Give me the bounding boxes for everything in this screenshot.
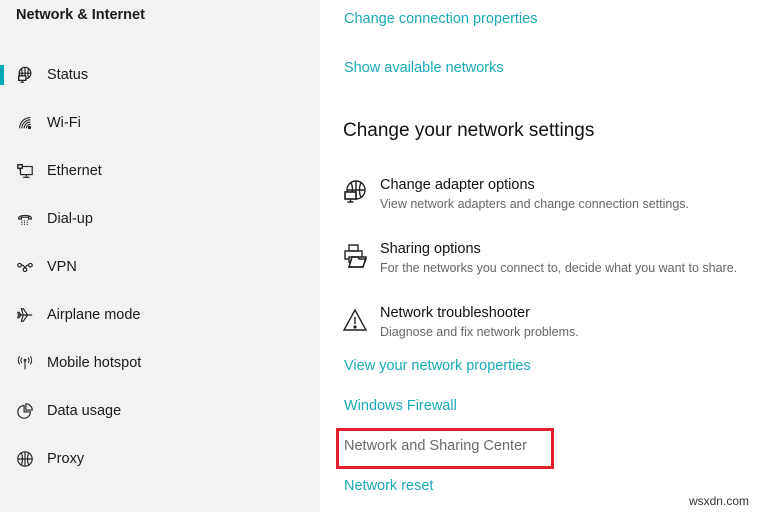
main-content: Change connection properties Show availa…	[320, 0, 759, 512]
sidebar-item-label: Proxy	[47, 451, 85, 467]
sidebar-item-proxy[interactable]: Proxy	[0, 439, 320, 479]
view-network-properties-link[interactable]: View your network properties	[344, 358, 531, 374]
section-title: Change your network settings	[343, 120, 595, 141]
airplane-icon	[14, 304, 36, 326]
vpn-icon	[14, 256, 36, 278]
sidebar-item-label: Ethernet	[47, 163, 102, 179]
pie-chart-icon	[14, 400, 36, 422]
sidebar-title: Network & Internet	[16, 7, 145, 23]
option-description: For the networks you connect to, decide …	[380, 261, 738, 275]
ethernet-icon	[14, 160, 36, 182]
option-title: Sharing options	[380, 241, 481, 257]
sidebar-item-label: Airplane mode	[47, 307, 141, 323]
sharing-printer-icon	[342, 243, 368, 269]
sidebar-item-vpn[interactable]: VPN	[0, 247, 320, 287]
sidebar-item-airplane-mode[interactable]: Airplane mode	[0, 295, 320, 335]
sidebar-item-dialup[interactable]: Dial-up	[0, 199, 320, 239]
selected-indicator	[0, 65, 4, 85]
sidebar-item-ethernet[interactable]: Ethernet	[0, 151, 320, 191]
sidebar-item-label: Dial-up	[47, 211, 93, 227]
sidebar-item-label: Data usage	[47, 403, 122, 419]
option-title: Change adapter options	[380, 177, 535, 193]
network-troubleshooter[interactable]: Network troubleshooter Diagnose and fix …	[342, 305, 759, 353]
option-title: Network troubleshooter	[380, 305, 530, 321]
watermark: wsxdn.com	[688, 494, 749, 508]
network-reset-link[interactable]: Network reset	[344, 478, 433, 494]
change-connection-properties-link[interactable]: Change connection properties	[344, 11, 537, 27]
sharing-options[interactable]: Sharing options For the networks you con…	[342, 241, 759, 289]
sidebar-item-wifi[interactable]: Wi-Fi	[0, 103, 320, 143]
sidebar-item-mobile-hotspot[interactable]: Mobile hotspot	[0, 343, 320, 383]
hotspot-icon	[14, 352, 36, 374]
option-description: View network adapters and change connect…	[380, 197, 689, 211]
globe-icon	[14, 448, 36, 470]
sidebar-item-label: Status	[47, 67, 89, 83]
sidebar-item-label: VPN	[47, 259, 77, 275]
sidebar-item-data-usage[interactable]: Data usage	[0, 391, 320, 431]
show-available-networks-link[interactable]: Show available networks	[344, 60, 504, 76]
wifi-icon	[14, 112, 36, 134]
windows-firewall-link[interactable]: Windows Firewall	[344, 398, 457, 414]
warning-icon	[342, 307, 368, 333]
sidebar-item-label: Mobile hotspot	[47, 355, 142, 371]
globe-monitor-icon	[14, 64, 36, 86]
sidebar-item-label: Wi-Fi	[47, 115, 81, 131]
adapter-globe-icon	[342, 179, 368, 205]
sidebar: Network & Internet Status Wi-Fi Ethernet…	[0, 0, 320, 512]
option-description: Diagnose and fix network problems.	[380, 325, 579, 339]
change-adapter-options[interactable]: Change adapter options View network adap…	[342, 177, 759, 225]
sidebar-item-status[interactable]: Status	[0, 55, 320, 95]
network-and-sharing-center-link[interactable]: Network and Sharing Center	[344, 438, 527, 454]
phone-icon	[14, 208, 36, 230]
